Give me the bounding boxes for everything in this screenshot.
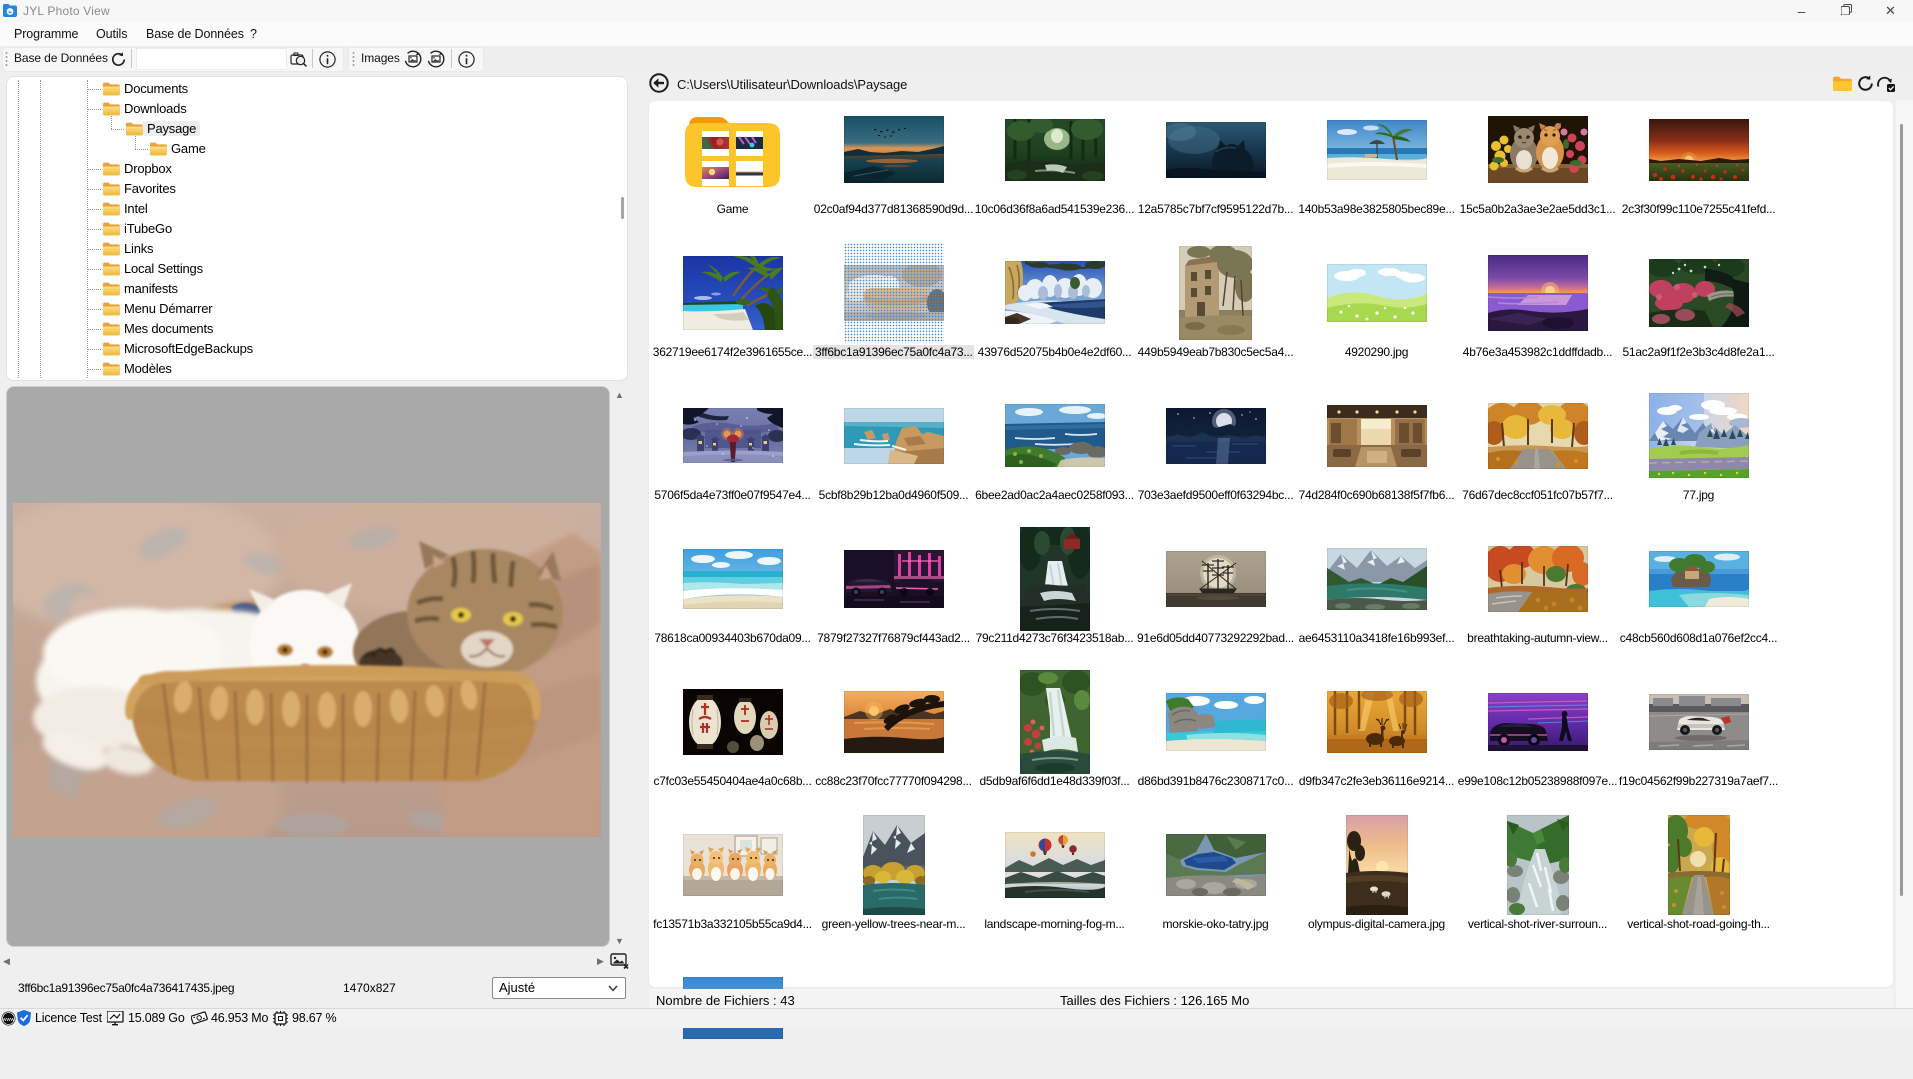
svg-text:www: www [2,1017,15,1023]
